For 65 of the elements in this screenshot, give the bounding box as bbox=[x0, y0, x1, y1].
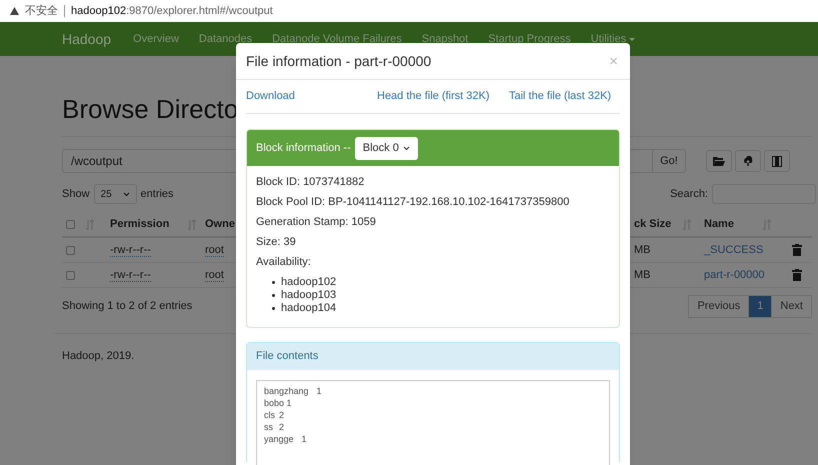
row-checkbox[interactable] bbox=[66, 270, 75, 280]
columns-icon bbox=[772, 156, 782, 166]
folder-icon bbox=[713, 156, 725, 166]
column-header[interactable]: Name bbox=[704, 216, 734, 233]
search-label: Search: bbox=[670, 186, 708, 202]
nav-link[interactable]: Overview bbox=[133, 30, 179, 48]
host-item: hadoop103 bbox=[281, 288, 336, 303]
panel-title: Block information -- bbox=[256, 140, 351, 156]
block-detail: Availability: bbox=[256, 254, 312, 270]
nav-link[interactable]: Datanodes bbox=[198, 30, 252, 48]
block-detail: Generation Stamp: 1059 bbox=[256, 214, 377, 230]
folder-button[interactable] bbox=[706, 150, 732, 172]
security-label: 不安全 bbox=[25, 4, 58, 19]
cloud-upload-icon bbox=[742, 156, 754, 166]
permission-link[interactable]: -rw-r--r-- bbox=[110, 244, 151, 257]
owner-link[interactable]: root bbox=[205, 244, 224, 257]
show-label: Show bbox=[62, 186, 90, 202]
address-url[interactable]: hadoop102:9870/explorer.html#/wcoutput bbox=[71, 2, 273, 20]
column-header[interactable]: Owne bbox=[205, 218, 235, 230]
page-size-select[interactable]: 25 bbox=[94, 184, 137, 204]
table-cell: MB bbox=[634, 268, 650, 281]
file-action-link[interactable]: Tail the file (last 32K) bbox=[509, 90, 612, 102]
host-item: hadoop102 bbox=[281, 275, 336, 290]
nav-link[interactable]: Snapshot bbox=[422, 30, 468, 48]
table-cell: MB bbox=[634, 244, 650, 256]
warning-icon bbox=[10, 7, 19, 15]
block-select[interactable]: Block 0 bbox=[354, 136, 418, 160]
chevron-down-icon bbox=[402, 146, 410, 150]
brand-link[interactable]: Hadoop bbox=[62, 28, 112, 50]
footer-text: Hadoop, 2019. bbox=[62, 349, 134, 364]
table-info: Showing 1 to 2 of 2 entries bbox=[62, 298, 192, 314]
owner-link[interactable]: root bbox=[205, 268, 224, 282]
nav-link[interactable]: Utilities bbox=[590, 30, 626, 48]
nav-link[interactable]: Startup Progress bbox=[488, 30, 571, 48]
select-all-checkbox[interactable] bbox=[66, 220, 75, 229]
content-line: yangge 1 bbox=[264, 433, 308, 445]
block-detail: Block Pool ID: BP-1041141127-192.168.10.102-1641737359800 bbox=[256, 194, 570, 210]
page-button[interactable]: Next bbox=[771, 294, 812, 318]
trash-icon[interactable] bbox=[792, 244, 802, 256]
permission-link[interactable]: -rw-r--r-- bbox=[110, 268, 151, 282]
panel-title: File contents bbox=[256, 349, 318, 364]
block-detail: Block ID: 1073741882 bbox=[256, 174, 366, 190]
dialog-title: File information - part-r-00000 bbox=[246, 52, 432, 71]
column-header[interactable]: Permission bbox=[110, 216, 170, 233]
entries-label: entries bbox=[140, 186, 174, 202]
block-detail: Size: 39 bbox=[256, 234, 297, 250]
chevron-down-icon bbox=[122, 192, 130, 196]
file-link[interactable]: _SUCCESS bbox=[704, 244, 764, 256]
host-item: hadoop104 bbox=[281, 301, 336, 316]
page-button[interactable]: 1 bbox=[748, 294, 772, 318]
content-line: ss 2 bbox=[264, 421, 286, 433]
column-header[interactable]: ck Size bbox=[634, 216, 672, 233]
upload-button[interactable] bbox=[735, 150, 761, 172]
row-checkbox[interactable] bbox=[66, 246, 75, 254]
content-line: bobo 1 bbox=[264, 397, 293, 409]
page-heading: Browse Directo bbox=[62, 93, 238, 126]
file-action-link[interactable]: Download bbox=[246, 90, 295, 102]
columns-button[interactable] bbox=[764, 150, 790, 172]
file-action-link[interactable]: Head the file (first 32K) bbox=[377, 90, 490, 102]
trash-icon[interactable] bbox=[792, 269, 802, 281]
content-line: bangzhang 1 bbox=[264, 385, 323, 397]
nav-link[interactable]: Datanode Volume Failures bbox=[272, 30, 402, 48]
go-button[interactable]: Go! bbox=[653, 149, 686, 173]
file-link[interactable]: part-r-00000 bbox=[704, 268, 765, 281]
content-line: cls 2 bbox=[264, 409, 286, 421]
